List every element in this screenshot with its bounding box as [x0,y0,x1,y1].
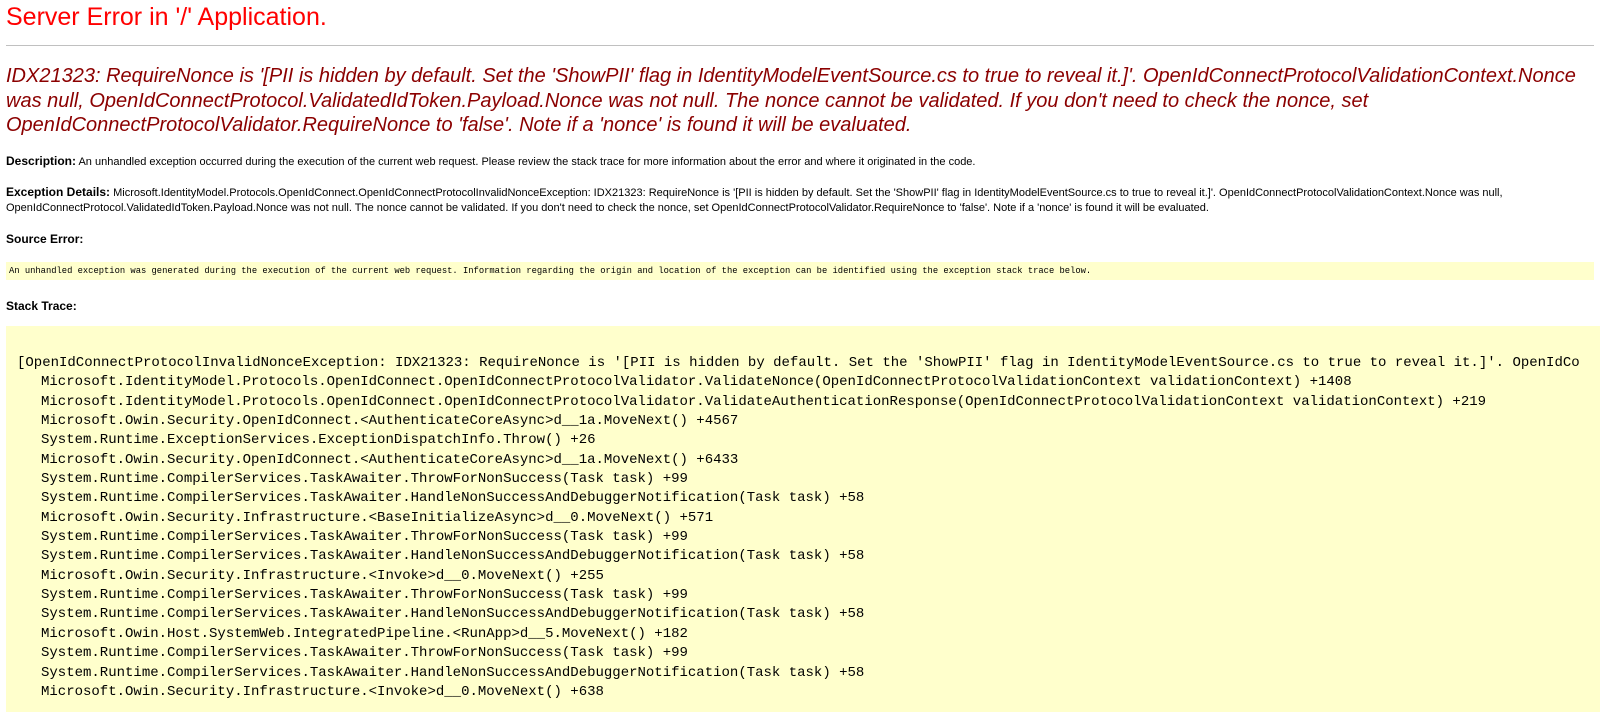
stack-frame: System.Runtime.CompilerServices.TaskAwai… [41,471,688,488]
title-divider [6,45,1594,46]
stack-frame: System.Runtime.ExceptionServices.Excepti… [41,432,596,449]
stack-frame: Microsoft.Owin.Host.SystemWeb.Integrated… [41,625,688,642]
error-heading[interactable]: IDX21323: RequireNonce is '[PII is hidde… [6,64,1586,138]
description-label: Description: [6,154,77,168]
description-text: An unhandled exception occurred during t… [76,156,976,168]
stack-frame: Microsoft.Owin.Security.Infrastructure.<… [41,509,714,526]
source-error-label: Source Error: [6,232,84,246]
stack-frame: System.Runtime.CompilerServices.TaskAwai… [41,490,865,507]
stack-frame: System.Runtime.CompilerServices.TaskAwai… [41,606,865,623]
stack-frame: Microsoft.Owin.Security.Infrastructure.<… [41,567,604,584]
description-section[interactable]: Description: An unhandled exception occu… [6,154,1594,170]
stack-trace-box[interactable]: [OpenIdConnectProtocolInvalidNonceExcept… [6,326,1600,712]
stack-frame: Microsoft.Owin.Security.OpenIdConnect.<A… [41,413,739,430]
stack-frame: System.Runtime.CompilerServices.TaskAwai… [41,645,688,662]
stack-trace-text: [OpenIdConnectProtocolInvalidNonceExcept… [17,354,1580,702]
stack-trace-header-line: [OpenIdConnectProtocolInvalidNonceExcept… [17,355,1580,371]
stack-frame: System.Runtime.CompilerServices.TaskAwai… [41,664,865,681]
stack-frame: Microsoft.IdentityModel.Protocols.OpenId… [41,393,1487,410]
error-page: Server Error in '/' Application. IDX2132… [0,0,1600,712]
stack-trace-label: Stack Trace: [6,299,77,313]
source-error-box[interactable]: An unhandled exception was generated dur… [6,262,1594,280]
stack-frame: Microsoft.Owin.Security.Infrastructure.<… [41,683,604,700]
exception-details-section[interactable]: Exception Details: Microsoft.IdentityMod… [6,185,1596,216]
exception-details-label: Exception Details: [6,185,111,199]
page-title: Server Error in '/' Application. [6,3,327,31]
exception-details-text: Microsoft.IdentityModel.Protocols.OpenId… [6,187,1503,214]
stack-frame: Microsoft.Owin.Security.OpenIdConnect.<A… [41,451,739,468]
stack-frame: Microsoft.IdentityModel.Protocols.OpenId… [41,374,1352,391]
stack-frame: System.Runtime.CompilerServices.TaskAwai… [41,548,865,565]
stack-frame: System.Runtime.CompilerServices.TaskAwai… [41,587,688,604]
stack-frame: System.Runtime.CompilerServices.TaskAwai… [41,529,688,546]
